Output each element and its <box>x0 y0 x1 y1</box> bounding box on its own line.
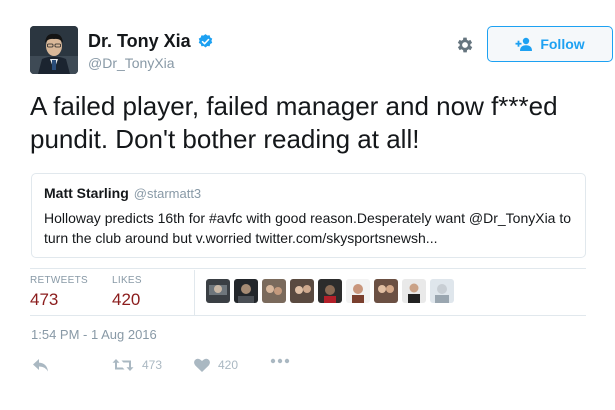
follow-button[interactable]: Follow <box>487 26 613 62</box>
quoted-tweet[interactable]: Matt Starling @starmatt3 Holloway predic… <box>31 173 586 258</box>
more-button[interactable] <box>270 358 290 364</box>
liker-avatar[interactable] <box>402 279 426 303</box>
author-block: Dr. Tony Xia @Dr_TonyXia <box>88 31 214 71</box>
stats-bottom-divider <box>30 315 586 316</box>
tweet-timestamp[interactable]: 1:54 PM - 1 Aug 2016 <box>31 327 157 342</box>
stats-divider <box>194 270 195 316</box>
retweets-label: RETWEETS <box>30 275 88 286</box>
reply-button[interactable] <box>32 358 49 373</box>
liker-avatar[interactable] <box>234 279 258 303</box>
author-name-row: Dr. Tony Xia <box>88 31 214 52</box>
retweet-button[interactable]: 473 <box>112 358 162 372</box>
retweets-stat[interactable]: RETWEETS 473 <box>30 275 88 310</box>
liker-avatar[interactable] <box>206 279 230 303</box>
tweet-stats: RETWEETS 473 LIKES 420 <box>30 270 586 316</box>
liker-avatar[interactable] <box>346 279 370 303</box>
quoted-author-handle: @starmatt3 <box>133 186 202 201</box>
avatar[interactable] <box>30 26 78 74</box>
add-user-icon <box>515 37 533 51</box>
liker-avatar[interactable] <box>262 279 286 303</box>
retweet-count: 473 <box>142 358 163 372</box>
retweets-count: 473 <box>30 290 59 309</box>
liker-avatar[interactable] <box>374 279 398 303</box>
more-icon <box>270 358 290 364</box>
likes-label: LIKES <box>112 275 142 286</box>
quoted-author-name: Matt Starling <box>44 185 129 201</box>
reply-icon <box>32 358 49 373</box>
liker-avatar[interactable] <box>290 279 314 303</box>
verified-badge-icon <box>197 33 214 50</box>
follow-button-label: Follow <box>540 36 585 52</box>
likers-avatars <box>206 279 454 303</box>
like-button[interactable]: 420 <box>194 358 238 372</box>
tweet-actions: 473 420 <box>30 358 330 380</box>
quoted-tweet-header: Matt Starling @starmatt3 <box>44 185 573 201</box>
gear-icon[interactable] <box>455 35 475 55</box>
likes-stat[interactable]: LIKES 420 <box>112 275 142 310</box>
stats-top-divider <box>30 268 586 269</box>
likes-count: 420 <box>112 290 141 309</box>
tweet-text: A failed player, failed manager and now … <box>30 91 558 154</box>
retweet-icon <box>112 358 134 372</box>
liker-avatar[interactable] <box>318 279 342 303</box>
author-name[interactable]: Dr. Tony Xia <box>88 31 191 52</box>
author-handle[interactable]: @Dr_TonyXia <box>88 55 214 71</box>
liker-avatar[interactable] <box>430 279 454 303</box>
like-count: 420 <box>218 358 239 372</box>
avatar-image <box>30 26 78 74</box>
tweet-header: Dr. Tony Xia @Dr_TonyXia Follow <box>30 25 613 77</box>
heart-icon <box>194 358 210 372</box>
quoted-tweet-text: Holloway predicts 16th for #avfc with go… <box>44 210 572 246</box>
